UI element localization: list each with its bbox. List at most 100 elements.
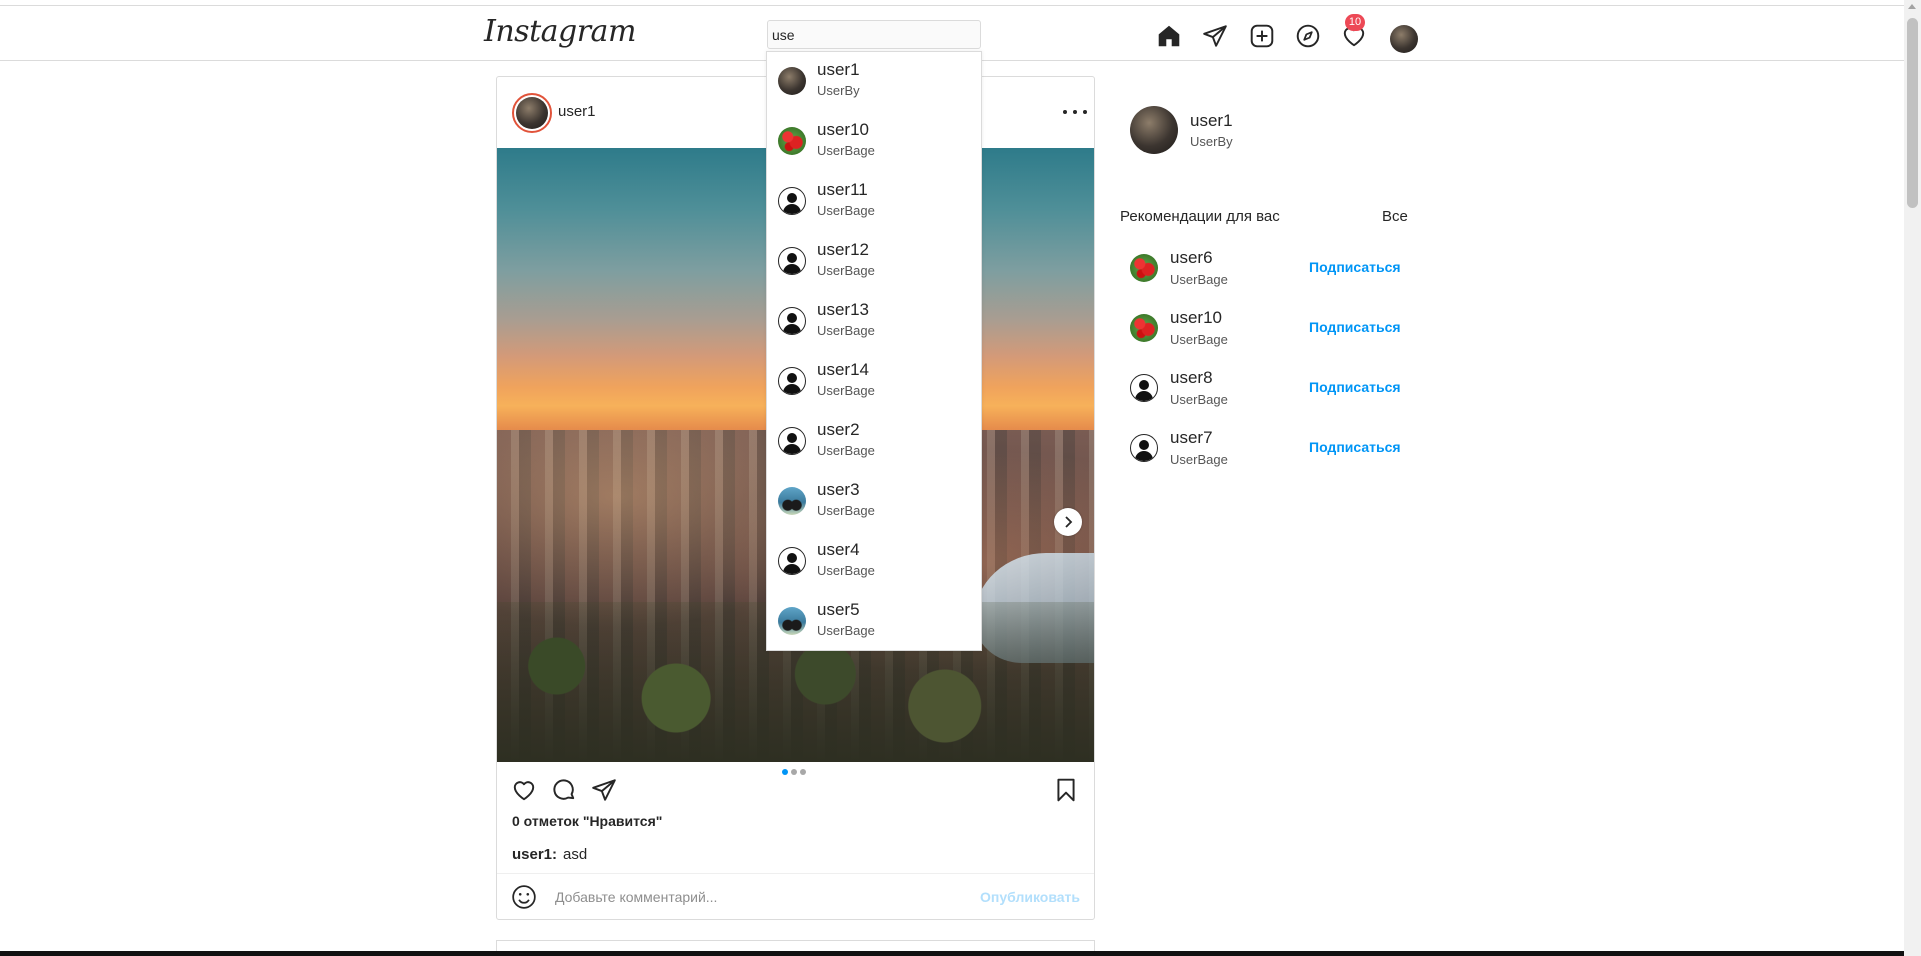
search-result-item[interactable]: user14 UserBage [767, 352, 981, 412]
search-result-subtitle: UserBage [817, 563, 875, 578]
bookmark-icon[interactable] [1053, 777, 1081, 805]
search-result-item[interactable]: user2 UserBage [767, 412, 981, 472]
recommendation-item: user7 UserBage Подписаться [1130, 426, 1405, 486]
search-result-item[interactable]: user1 UserBy [767, 52, 981, 112]
carousel-dot [791, 769, 797, 775]
recommendation-username[interactable]: user6 [1170, 248, 1213, 268]
sidebar-profile-name[interactable]: user1 [1190, 111, 1233, 131]
search-result-username: user4 [817, 540, 860, 559]
recommendation-item: user8 UserBage Подписаться [1130, 366, 1405, 426]
recommendation-item: user6 UserBage Подписаться [1130, 246, 1405, 306]
instagram-logo[interactable]: Instagram [484, 14, 636, 49]
search-result-username: user10 [817, 120, 869, 139]
recommendation-subtitle: UserBage [1170, 452, 1228, 467]
user-avatar [778, 487, 806, 515]
default-user-avatar-icon [778, 547, 806, 575]
publish-button[interactable]: Опубликовать [980, 889, 1080, 905]
recommendation-username[interactable]: user10 [1170, 308, 1222, 328]
default-user-avatar-icon [778, 247, 806, 275]
search-result-username: user5 [817, 600, 860, 619]
comment-form: Опубликовать [497, 873, 1094, 919]
follow-button[interactable]: Подписаться [1309, 319, 1401, 335]
likes-count[interactable]: 0 отметок "Нравится" [512, 813, 662, 829]
recommendation-subtitle: UserBage [1170, 332, 1228, 347]
default-user-avatar-icon [778, 427, 806, 455]
search-result-subtitle: UserBage [817, 383, 875, 398]
recommendation-username[interactable]: user7 [1170, 428, 1213, 448]
search-result-item[interactable]: user12 UserBage [767, 232, 981, 292]
search-results-dropdown: user1 UserBy user10 UserBage user11 User… [766, 51, 982, 651]
search-result-item[interactable]: user5 UserBage [767, 592, 981, 652]
search-result-subtitle: UserBage [817, 443, 875, 458]
search-result-username: user11 [817, 180, 868, 199]
caption-username[interactable]: user1: [512, 846, 557, 863]
vertical-scrollbar[interactable] [1904, 0, 1921, 956]
search-input[interactable] [767, 20, 981, 49]
default-user-avatar-icon [778, 187, 806, 215]
default-user-avatar-icon [778, 307, 806, 335]
post-author-name[interactable]: user1 [558, 103, 596, 120]
like-heart-icon[interactable] [511, 777, 539, 805]
user-avatar [778, 607, 806, 635]
search-result-subtitle: UserBy [817, 83, 860, 98]
chevron-right-icon [1065, 516, 1073, 528]
send-icon[interactable] [1200, 21, 1230, 51]
new-post-icon[interactable] [1247, 21, 1277, 51]
search-result-item[interactable]: user3 UserBage [767, 472, 981, 532]
user-avatar[interactable] [1130, 254, 1158, 282]
scrollbar-thumb[interactable] [1907, 18, 1918, 208]
post-actions [511, 777, 1081, 805]
sidebar-profile-avatar[interactable] [1130, 106, 1178, 154]
emoji-smile-icon[interactable] [511, 884, 537, 910]
caption-text: asd [563, 846, 588, 863]
search-result-username: user12 [817, 240, 869, 259]
search-result-subtitle: UserBage [817, 263, 875, 278]
search-result-item[interactable]: user11 UserBage [767, 172, 981, 232]
recommendations-all-link[interactable]: Все [1382, 208, 1408, 225]
recommendations-title: Рекомендации для вас [1120, 208, 1280, 225]
carousel-dot [800, 769, 806, 775]
carousel-dots [782, 769, 806, 775]
recommendations-list: user6 UserBage Подписаться user10 UserBa… [1130, 246, 1405, 486]
follow-button[interactable]: Подписаться [1309, 259, 1401, 275]
user-avatar[interactable] [1130, 314, 1158, 342]
comment-icon[interactable] [551, 777, 579, 805]
default-user-avatar-icon [778, 367, 806, 395]
sidebar-profile-subtitle: UserBy [1190, 134, 1233, 149]
carousel-next-button[interactable] [1054, 508, 1082, 536]
explore-icon[interactable] [1293, 21, 1323, 51]
search-result-subtitle: UserBage [817, 623, 875, 638]
default-user-avatar-icon[interactable] [1130, 434, 1158, 462]
search-result-username: user14 [817, 360, 869, 379]
search-result-username: user1 [817, 60, 860, 79]
notification-badge: 10 [1345, 14, 1365, 31]
recommendation-username[interactable]: user8 [1170, 368, 1213, 388]
user-avatar [778, 67, 806, 95]
default-user-avatar-icon[interactable] [1130, 374, 1158, 402]
follow-button[interactable]: Подписаться [1309, 379, 1401, 395]
search-result-username: user2 [817, 420, 860, 439]
post-author-avatar[interactable] [512, 93, 552, 133]
search-result-subtitle: UserBage [817, 323, 875, 338]
recommendation-item: user10 UserBage Подписаться [1130, 306, 1405, 366]
recommendation-subtitle: UserBage [1170, 392, 1228, 407]
search-result-subtitle: UserBage [817, 503, 875, 518]
home-icon[interactable] [1154, 21, 1184, 51]
search-result-item[interactable]: user10 UserBage [767, 112, 981, 172]
user-avatar [778, 127, 806, 155]
search-result-item[interactable]: user4 UserBage [767, 532, 981, 592]
bottom-edge [0, 951, 1904, 956]
follow-button[interactable]: Подписаться [1309, 439, 1401, 455]
share-icon[interactable] [591, 777, 619, 805]
search-result-subtitle: UserBage [817, 203, 875, 218]
comment-input[interactable] [555, 884, 955, 910]
more-options-icon[interactable] [1063, 103, 1087, 121]
profile-avatar[interactable] [1390, 25, 1418, 53]
search-result-username: user3 [817, 480, 860, 499]
post-caption: user1: asd [512, 846, 587, 863]
search-result-username: user13 [817, 300, 869, 319]
search-result-subtitle: UserBage [817, 143, 875, 158]
search-result-item[interactable]: user13 UserBage [767, 292, 981, 352]
recommendation-subtitle: UserBage [1170, 272, 1228, 287]
scroll-up-arrow-icon[interactable] [1908, 4, 1916, 9]
